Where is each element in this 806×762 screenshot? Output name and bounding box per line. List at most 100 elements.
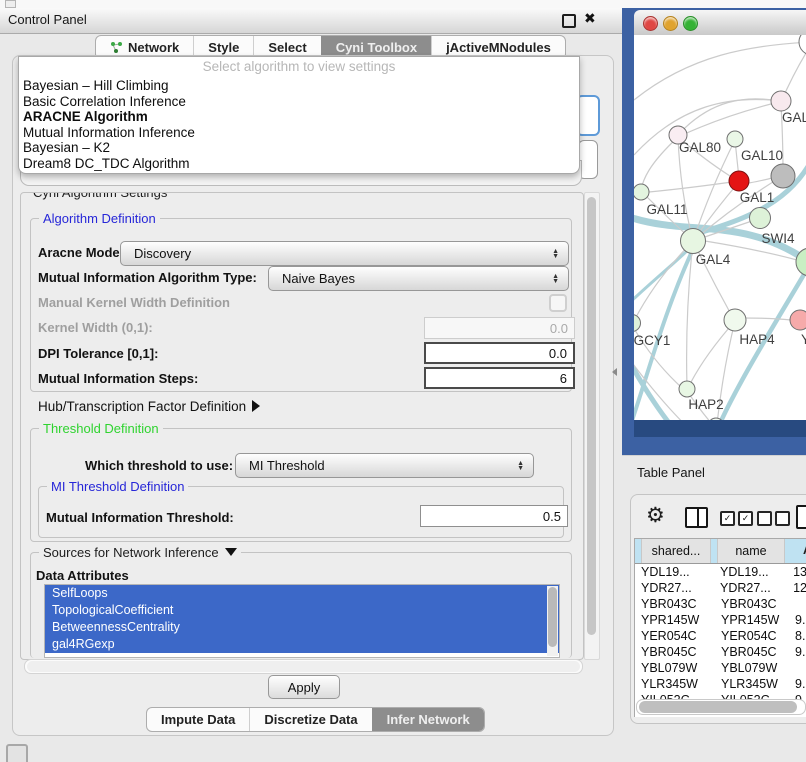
table-panel-title: Table Panel: [637, 465, 705, 480]
table-row[interactable]: YDR27...YDR27...12: [635, 580, 806, 596]
combo-spinner-icon: ▲▼: [517, 461, 524, 471]
zoom-window-icon[interactable]: [683, 16, 698, 31]
combo-spinner-icon: ▲▼: [552, 249, 559, 259]
column-visibility-icon[interactable]: [685, 507, 708, 528]
mi-threshold-field[interactable]: 0.5: [420, 505, 568, 527]
deselect-all-rows-icon[interactable]: [757, 511, 790, 526]
collapse-down-icon: [225, 548, 237, 556]
mi-steps-field[interactable]: 6: [424, 367, 575, 389]
which-threshold-combo[interactable]: MI Threshold ▲▼: [235, 453, 534, 478]
panel-divider-handle[interactable]: [612, 368, 617, 376]
network-graph: GALGAL80GAL10GAL1GAL11SWI4GAL4GCY1HAP4YH…: [634, 35, 806, 420]
attribute-list-item[interactable]: BetweennessCentrality: [45, 619, 559, 636]
attribute-list-item[interactable]: gal4RGexp: [45, 636, 559, 653]
aracne-mode-combo[interactable]: Discovery ▲▼: [120, 241, 569, 266]
table-row[interactable]: YBR045CYBR045C9.: [635, 644, 806, 660]
kernel-width-label: Kernel Width (0,1):: [38, 320, 153, 335]
list-scrollbar[interactable]: [547, 586, 558, 656]
sources-title[interactable]: Sources for Network Inference: [39, 545, 241, 560]
close-window-icon[interactable]: [643, 16, 658, 31]
dpi-tolerance-label: DPI Tolerance [0,1]:: [38, 346, 158, 361]
algorithm-option[interactable]: Bayesian – Hill Climbing: [19, 78, 579, 94]
network-node[interactable]: [771, 91, 791, 111]
manual-kernel-checkbox[interactable]: [549, 294, 567, 312]
column-header-shared-name[interactable]: shared...: [641, 539, 711, 563]
algorithm-dropdown-popup: Select algorithm to view settings Bayesi…: [18, 56, 580, 174]
table-row[interactable]: YER054CYER054C8.: [635, 628, 806, 644]
algorithm-option[interactable]: Mutual Information Inference: [19, 125, 579, 141]
table-body: YDL19...YDL19...13YDR27...YDR27...12YBR0…: [635, 564, 806, 708]
settings-vertical-scrollbar[interactable]: [584, 192, 600, 660]
export-table-icon[interactable]: [796, 505, 806, 529]
network-node[interactable]: [634, 315, 641, 332]
minimize-window-icon[interactable]: [663, 16, 678, 31]
control-panel-title: Control Panel: [8, 12, 87, 27]
network-node[interactable]: [750, 208, 771, 229]
network-node[interactable]: [679, 381, 695, 397]
algorithm-option[interactable]: ARACNE Algorithm: [19, 109, 579, 125]
network-node-label: GCY1: [634, 333, 670, 348]
hub-definition-toggle[interactable]: Hub/Transcription Factor Definition: [38, 399, 260, 414]
algorithm-option[interactable]: Basic Correlation Inference: [19, 94, 579, 110]
table-horizontal-scrollbar[interactable]: [636, 699, 806, 715]
network-node[interactable]: [727, 131, 743, 147]
column-header-name[interactable]: name: [717, 539, 785, 563]
column-header-partial[interactable]: A: [785, 539, 806, 563]
network-edge[interactable]: [749, 178, 772, 183]
network-node-label: GAL4: [696, 252, 731, 267]
network-node-label: GAL11: [646, 202, 687, 217]
network-node[interactable]: [729, 171, 749, 191]
tab-impute-data[interactable]: Impute Data: [147, 708, 249, 731]
select-all-rows-icon[interactable]: ✓✓: [720, 511, 753, 526]
algorithm-definition-title: Algorithm Definition: [39, 211, 160, 226]
network-node-label: GAL1: [740, 190, 775, 205]
network-node[interactable]: [681, 229, 706, 254]
network-edge[interactable]: [649, 181, 739, 192]
close-panel-icon[interactable]: ✖: [584, 10, 596, 27]
minimized-panel-chip[interactable]: [6, 744, 28, 762]
combo-spinner-icon: ▲▼: [552, 274, 559, 284]
attribute-list-item[interactable]: SelfLoops: [45, 585, 559, 602]
table-row[interactable]: YPR145WYPR145W9.: [635, 612, 806, 628]
network-node[interactable]: [724, 309, 746, 331]
network-node[interactable]: [771, 164, 795, 188]
top-partial-widget: [5, 0, 16, 8]
data-attributes-list[interactable]: SelfLoopsTopologicalCoefficientBetweenne…: [44, 584, 560, 658]
network-edge[interactable]: [744, 318, 791, 320]
threshold-definition-title: Threshold Definition: [39, 421, 163, 436]
dpi-tolerance-field[interactable]: 0.0: [424, 342, 575, 364]
table-row[interactable]: YBR043CYBR043C: [635, 596, 806, 612]
network-node-label: GAL10: [741, 148, 783, 163]
algorithm-placeholder: Select algorithm to view settings: [19, 57, 579, 78]
expand-right-icon: [252, 400, 260, 412]
attribute-list-item[interactable]: TopologicalCoefficient: [45, 602, 559, 619]
network-window-titlebar[interactable]: [634, 10, 806, 36]
network-node[interactable]: [799, 35, 806, 55]
apply-button[interactable]: Apply: [268, 675, 340, 699]
network-node-label: Y: [801, 332, 806, 347]
settings-horizontal-scrollbar[interactable]: [24, 659, 583, 674]
node-table[interactable]: shared... name A YDL19...YDL19...13YDR27…: [634, 538, 806, 717]
table-row[interactable]: YLR345WYLR345W9.: [635, 676, 806, 692]
mi-type-combo[interactable]: Naive Bayes ▲▼: [268, 266, 569, 291]
network-node-label: GAL80: [679, 140, 721, 155]
bottom-tabbar: Impute Data Discretize Data Infer Networ…: [146, 707, 485, 732]
tab-infer-network[interactable]: Infer Network: [372, 708, 484, 731]
float-window-icon[interactable]: [562, 14, 576, 28]
tab-network-label: Network: [128, 40, 179, 55]
table-row[interactable]: YDL19...YDL19...13: [635, 564, 806, 580]
network-node-label: HAP2: [688, 397, 723, 412]
mi-threshold-label: Mutual Information Threshold:: [46, 510, 234, 525]
algorithm-option[interactable]: Dream8 DC_TDC Algorithm: [19, 156, 579, 172]
network-edge[interactable]: [641, 137, 678, 190]
table-settings-gear-icon[interactable]: ⚙: [646, 504, 665, 528]
which-threshold-label: Which threshold to use:: [85, 458, 233, 473]
table-row[interactable]: YBL079WYBL079W: [635, 660, 806, 676]
network-node[interactable]: [634, 184, 649, 200]
network-edge[interactable]: [678, 102, 779, 137]
network-node[interactable]: [790, 310, 806, 330]
network-canvas[interactable]: GALGAL80GAL10GAL1GAL11SWI4GAL4GCY1HAP4YH…: [634, 35, 806, 420]
kernel-width-field[interactable]: 0.0: [424, 317, 575, 339]
algorithm-option[interactable]: Bayesian – K2: [19, 140, 579, 156]
tab-discretize-data[interactable]: Discretize Data: [249, 708, 371, 731]
